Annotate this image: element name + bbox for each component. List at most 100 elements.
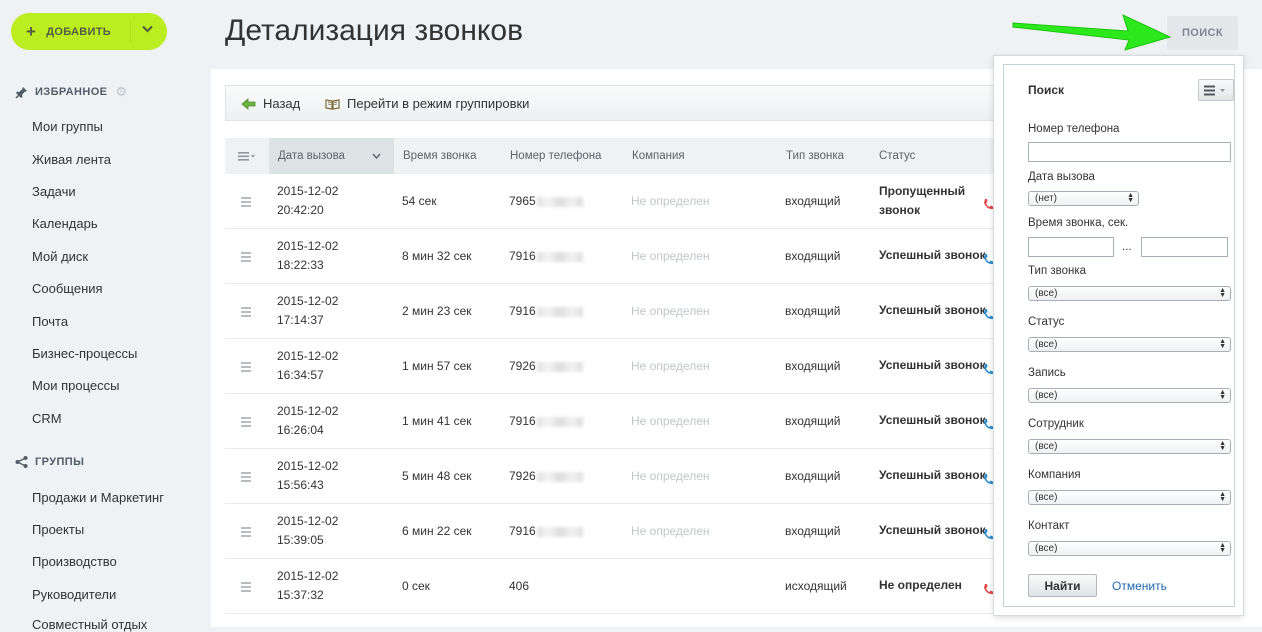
table-row[interactable]: 2015-12-02 20:42:20 54 сек 7965 Не определен… [225,174,995,229]
sidebar-item-projects[interactable]: Проекты [32,522,84,537]
row-menu-icon[interactable] [241,472,251,484]
contact-filter-value: (все) [1035,543,1058,554]
row-menu-icon[interactable] [241,252,251,264]
row-menu-icon[interactable] [241,417,251,429]
search-panel-menu-button[interactable] [1198,79,1234,101]
add-button-label: ДОБАВИТЬ [46,25,111,38]
gear-icon[interactable]: ⚙ [115,84,127,100]
phone-number-redacted [536,471,583,482]
chevron-down-icon[interactable] [142,25,153,33]
add-button-divider [130,21,131,42]
search-button[interactable]: ПОИСК [1167,16,1238,50]
column-header-status[interactable]: Статус [879,150,915,162]
table-row[interactable]: 2015-12-02 17:14:37 2 мин 23 сек 7916 Не опр… [225,284,995,339]
column-settings-icon[interactable] [238,152,256,161]
table-row[interactable]: 2015-12-02 15:37:32 0 сек 406 исходящий Не оп… [225,559,995,614]
column-header-phone[interactable]: Номер телефона [510,150,601,162]
contact-filter-select[interactable]: (все) ▲ ▼ [1028,541,1231,556]
sidebar-item-mail[interactable]: Почта [32,314,68,329]
phone-number-redacted [536,196,583,207]
call-date: 2015-12-02 [277,459,339,473]
phone-number: 7916 [509,524,583,538]
sidebar-item-my-processes[interactable]: Мои процессы [32,378,119,393]
call-date: 2015-12-02 [277,349,339,363]
record-filter-select[interactable]: (все) ▲ ▼ [1028,388,1231,403]
column-header-date[interactable]: Дата вызова [278,150,345,162]
company-filter-value: (все) [1035,492,1058,503]
date-filter-select[interactable]: (нет) ▲ ▼ [1028,191,1139,206]
row-menu-icon[interactable] [241,362,251,374]
duration-from-input[interactable] [1028,237,1114,257]
table-row[interactable]: 2015-12-02 15:39:05 6 мин 22 сек 7916 Не опр… [225,504,995,559]
sidebar-item-sales-marketing[interactable]: Продажи и Маркетинг [32,490,164,505]
row-menu-icon[interactable] [241,307,251,319]
arrow-left-icon [241,97,256,110]
row-menu-icon[interactable] [241,527,251,539]
column-header-company[interactable]: Компания [632,150,685,162]
table-row[interactable]: 2015-12-02 16:26:04 1 мин 41 сек 7916 Не опр… [225,394,995,449]
call-type: входящий [785,524,841,538]
row-menu-icon[interactable] [241,582,251,594]
call-type: входящий [785,414,841,428]
call-time: 15:39:05 [277,533,324,547]
back-label: Назад [263,96,301,111]
sidebar-item-crm[interactable]: CRM [32,411,62,426]
favorites-header[interactable]: ИЗБРАННОЕ ⚙ [15,84,127,100]
back-button[interactable]: Назад [241,96,300,111]
table-row[interactable]: 2015-12-02 15:56:43 5 мин 48 сек 7926 Не опр… [225,449,995,504]
sort-desc-icon[interactable] [372,153,381,159]
groups-header[interactable]: ГРУППЫ [15,456,84,468]
phone-incoming-icon [984,364,993,375]
phone-number-visible: 7965 [509,194,536,208]
duration-to-input[interactable] [1141,237,1228,257]
sidebar-item-managers[interactable]: Руководители [32,587,116,602]
annotation-arrow [1012,14,1172,51]
phone-number: 7916 [509,304,583,318]
company-name: Не определен [631,524,710,538]
phone-missed-icon [984,584,993,595]
sidebar-item-calendar[interactable]: Календарь [32,216,98,231]
find-button[interactable]: Найти [1028,574,1097,597]
sidebar-item-messages[interactable]: Сообщения [32,281,103,296]
add-button[interactable]: + ДОБАВИТЬ [11,13,167,50]
column-header-duration[interactable]: Время звонка [403,150,476,162]
select-arrows-icon: ▲ ▼ [1219,389,1226,401]
row-menu-icon[interactable] [241,197,251,209]
phone-incoming-icon [984,529,993,540]
sidebar-item-live-feed[interactable]: Живая лента [32,152,111,167]
phone-filter-input[interactable] [1028,142,1231,162]
phone-number-redacted [536,526,583,537]
call-type-filter-value: (все) [1035,288,1058,299]
phone-filter-label: Номер телефона [1028,123,1120,135]
call-type: входящий [785,304,841,318]
column-header-call-type[interactable]: Тип звонка [786,150,844,162]
sidebar-item-my-groups[interactable]: Мои группы [32,119,103,134]
call-type: входящий [785,194,841,208]
sidebar-item-tasks[interactable]: Задачи [32,184,76,199]
pin-icon [15,86,27,99]
select-arrows-icon: ▲ ▼ [1219,287,1226,299]
call-time: 16:34:57 [277,368,324,382]
phone-number-redacted [536,251,583,262]
call-status: Успешный звонок [879,523,986,537]
sidebar-item-joint-leisure[interactable]: Совместный отдых [32,617,147,632]
call-type-filter-select[interactable]: (все) ▲ ▼ [1028,286,1231,301]
company-filter-select[interactable]: (все) ▲ ▼ [1028,490,1231,505]
cancel-link[interactable]: Отменить [1112,579,1167,593]
status-filter-select[interactable]: (все) ▲ ▼ [1028,337,1231,352]
status-filter-label: Статус [1028,316,1065,328]
status-filter-value: (все) [1035,339,1058,350]
employee-filter-select[interactable]: (все) ▲ ▼ [1028,439,1231,454]
call-time: 20:42:20 [277,203,324,217]
grouping-mode-button[interactable]: Перейти в режим группировки [325,96,529,111]
favorites-label: ИЗБРАННОЕ [35,86,108,98]
call-type: входящий [785,359,841,373]
phone-number-visible: 7926 [509,359,536,373]
sidebar-item-business-processes[interactable]: Бизнес-процессы [32,346,137,361]
sidebar-item-my-drive[interactable]: Мой диск [32,249,88,264]
table-row[interactable]: 2015-12-02 18:22:33 8 мин 32 сек 7916 Не опр… [225,229,995,284]
phone-number: 7926 [509,359,583,373]
table-row[interactable]: 2015-12-02 16:34:57 1 мин 57 сек 7926 Не опр… [225,339,995,394]
search-panel: Поиск Номер телефона Дата вызова (нет) ▲… [993,55,1244,616]
sidebar-item-production[interactable]: Производство [32,554,117,569]
